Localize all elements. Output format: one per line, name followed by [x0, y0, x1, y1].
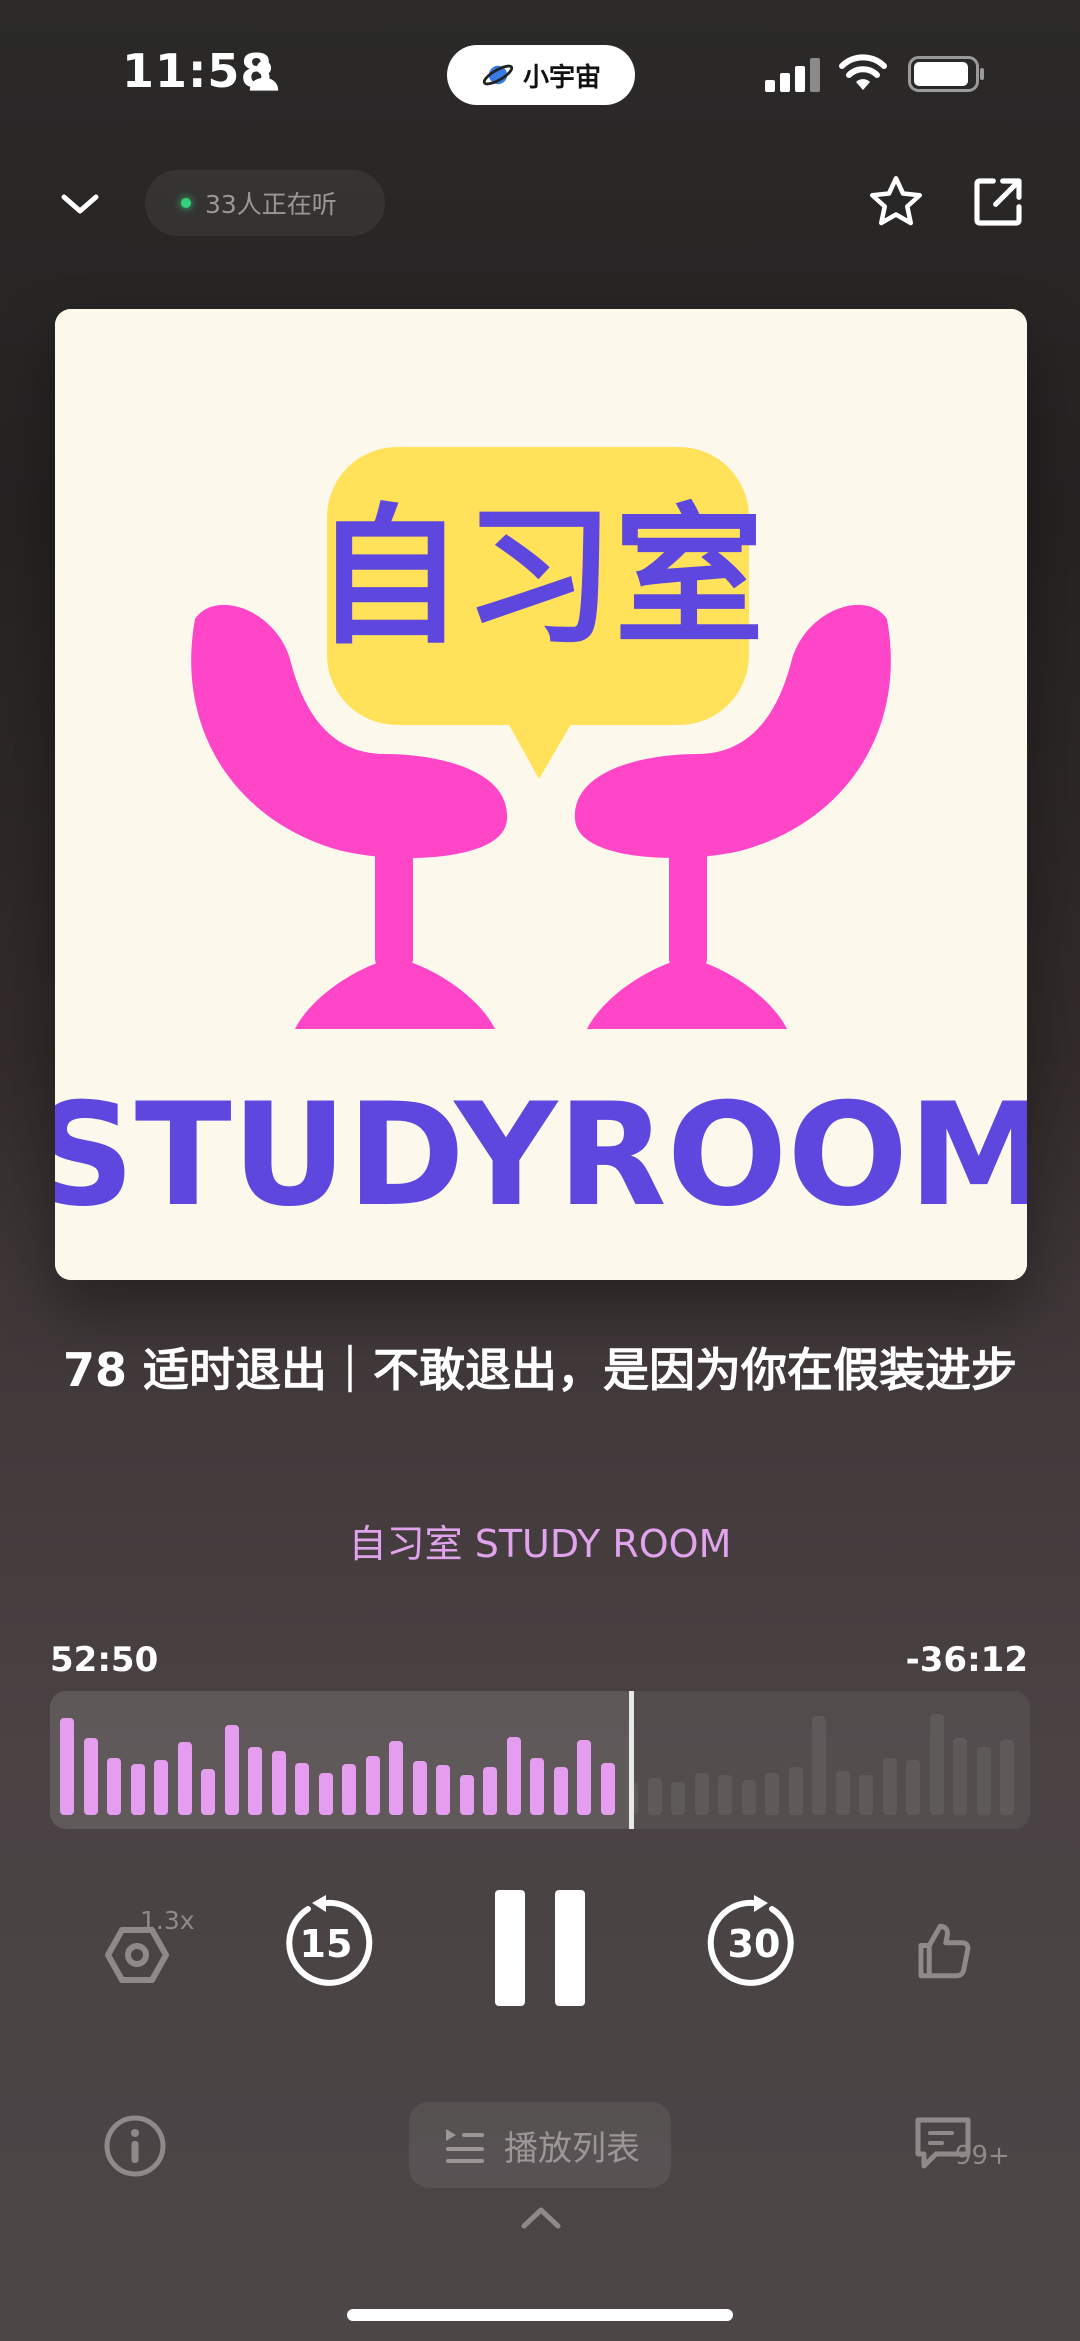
- playlist-icon: [446, 2129, 484, 2163]
- waveform-bar-played: [577, 1740, 591, 1815]
- waveform-bar-played: [224, 1725, 239, 1815]
- battery-icon: [908, 56, 984, 92]
- podcast-name[interactable]: 自习室 STUDY ROOM: [60, 1513, 1020, 1568]
- waveform-bar-played: [83, 1738, 98, 1815]
- thumbs-up-icon[interactable]: [910, 1918, 976, 1984]
- rewind-seconds: 15: [300, 1922, 353, 1966]
- waveform-scrubber[interactable]: [50, 1691, 1030, 1829]
- waveform-bar-played: [177, 1742, 192, 1815]
- person-icon: [249, 60, 279, 91]
- rewind-15-icon: 15: [286, 1895, 373, 1986]
- waveform-bar-played: [389, 1741, 403, 1815]
- playlist-label: 播放列表: [504, 2128, 640, 2169]
- waveform-bar-unplayed: [1000, 1740, 1014, 1815]
- playback-speed-label: 1.3x: [140, 1906, 195, 1935]
- waveform-bar-played: [553, 1767, 568, 1815]
- forward-seconds: 30: [728, 1922, 781, 1966]
- waveform-bar-unplayed: [647, 1778, 662, 1815]
- waveform-bar-played: [459, 1775, 474, 1815]
- listeners-text: 33人正在听: [205, 190, 337, 219]
- playhead[interactable]: [629, 1691, 634, 1829]
- waveform-bar-played: [436, 1765, 450, 1815]
- waveform-bar-played: [506, 1737, 521, 1815]
- waveform-bar-unplayed: [929, 1714, 944, 1815]
- home-indicator[interactable]: [347, 2309, 733, 2321]
- episode-title: 78 适时退出｜不敢退出，是因为你在假装进步: [62, 1343, 1018, 1397]
- forward-button[interactable]: 30: [706, 1895, 802, 1991]
- waveform-bar-unplayed: [953, 1738, 967, 1815]
- waveform-bar-played: [201, 1769, 215, 1815]
- waveform-bar-unplayed: [859, 1775, 873, 1815]
- planet-icon: [482, 64, 514, 86]
- waveform-bar-unplayed: [835, 1771, 850, 1815]
- waveform-bar-played: [342, 1764, 356, 1815]
- waveform-bar-played: [130, 1764, 145, 1815]
- waveform-bar-played: [600, 1763, 615, 1815]
- waveform-bar-played: [271, 1751, 286, 1815]
- studyroom-logo: 自习室 STUDYROOM: [55, 309, 1027, 1280]
- waveform-bar-played: [248, 1747, 262, 1815]
- waveform-bar-unplayed: [741, 1780, 756, 1815]
- waveform-bar-unplayed: [812, 1716, 826, 1815]
- waveform-bar-played: [318, 1773, 333, 1815]
- share-icon[interactable]: [970, 174, 1026, 230]
- waveform-bar-played: [154, 1760, 168, 1815]
- cellular-signal-icon: [765, 58, 820, 92]
- elapsed-time: 52:50: [50, 1640, 159, 1680]
- star-icon[interactable]: [866, 172, 926, 232]
- waveform-bar-played: [107, 1758, 121, 1815]
- comment-count: 99+: [955, 2141, 1010, 2171]
- chevron-up-icon[interactable]: [520, 2202, 562, 2232]
- waveform-bar-unplayed: [718, 1775, 732, 1815]
- waveform-bar-unplayed: [765, 1773, 779, 1815]
- app-badge-label: 小宇宙: [522, 62, 601, 93]
- waveform-bar-played: [412, 1761, 427, 1815]
- waveform-bar-played: [295, 1763, 309, 1815]
- waveform-bar-unplayed: [976, 1747, 991, 1815]
- waveform-bar-played: [60, 1718, 74, 1815]
- live-dot-icon: [181, 198, 191, 208]
- waveform-bar-unplayed: [671, 1782, 685, 1815]
- logo-cn-text: 自习室: [314, 491, 764, 665]
- listeners-indicator: 33人正在听: [145, 170, 385, 236]
- waveform-bar-unplayed: [788, 1767, 803, 1815]
- remaining-time: -36:12: [905, 1640, 1028, 1680]
- waveform-bar-played: [365, 1756, 380, 1815]
- cover-art: 自习室 STUDYROOM: [55, 309, 1027, 1280]
- waveform-bar-unplayed: [882, 1758, 897, 1815]
- rewind-button[interactable]: 15: [278, 1895, 374, 1991]
- chevron-down-icon[interactable]: [56, 180, 104, 228]
- playlist-button[interactable]: 播放列表: [409, 2102, 671, 2188]
- waveform-bar-played: [483, 1767, 497, 1815]
- forward-30-icon: 30: [707, 1895, 794, 1986]
- waveform-bar-unplayed: [694, 1773, 709, 1815]
- waveform-bar-unplayed: [906, 1760, 920, 1815]
- pause-button[interactable]: [493, 1888, 587, 2008]
- app-badge[interactable]: 小宇宙: [447, 45, 635, 105]
- info-icon[interactable]: [103, 2114, 167, 2178]
- logo-en-text: STUDYROOM: [55, 1073, 1027, 1238]
- wifi-icon: [839, 54, 887, 90]
- waveform-bar-played: [530, 1758, 544, 1815]
